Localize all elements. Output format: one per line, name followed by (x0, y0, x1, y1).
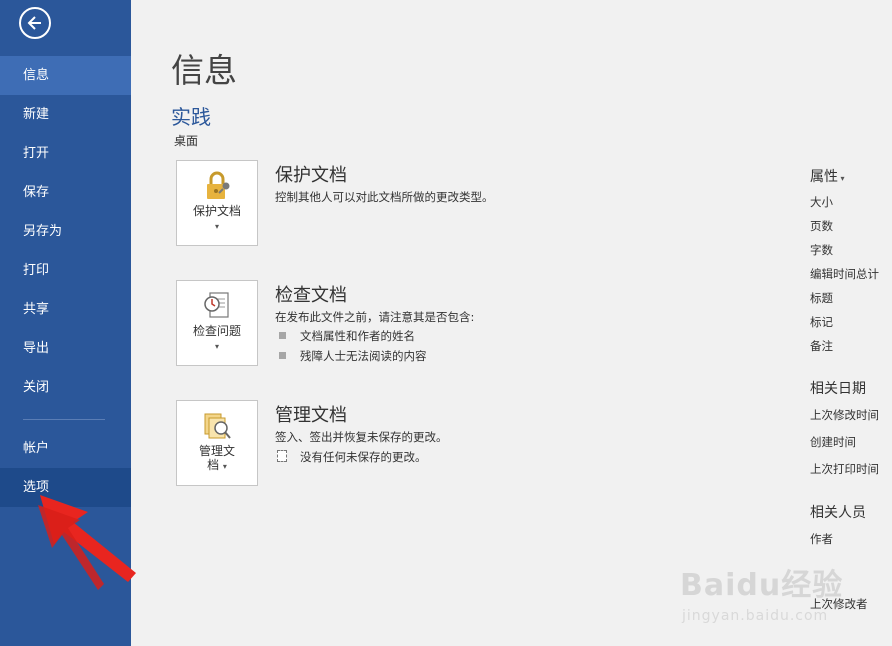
manage-versions-icon (204, 413, 231, 439)
dropdown-caret-icon: ▾ (222, 462, 227, 471)
nav-item-info[interactable]: 信息 (0, 56, 131, 95)
nav-divider (23, 419, 105, 420)
back-button[interactable] (19, 7, 51, 39)
baidu-watermark: Baidu经验 jingyan.baidu.com (660, 548, 892, 646)
nav-item-save[interactable]: 保存 (0, 173, 131, 212)
bullet-icon (279, 332, 286, 339)
watermark-url: jingyan.baidu.com (682, 608, 829, 624)
nav-item-print[interactable]: 打印 (0, 251, 131, 290)
backstage-sidebar: 信息 新建 打开 保存 另存为 打印 共享 导出 关闭 帐户 选项 (0, 0, 131, 646)
manage-document-button[interactable]: 管理文档 ▾ (176, 400, 258, 486)
prop-size: 大小 (810, 195, 833, 209)
manage-document-description: 签入、签出并恢复未保存的更改。 (275, 430, 448, 444)
prop-total-edit-time: 编辑时间总计 (810, 267, 879, 281)
watermark-text: Baidu经验 (680, 568, 844, 603)
inspect-document-description: 在发布此文件之前，请注意其是否包含: (275, 310, 475, 324)
dropdown-caret-icon: ▾ (838, 174, 845, 183)
date-last-modified: 上次修改时间 (810, 408, 879, 422)
protect-document-title: 保护文档 (275, 165, 347, 186)
document-page-icon (277, 450, 287, 462)
nav-item-open[interactable]: 打开 (0, 134, 131, 173)
check-issues-button[interactable]: 检查问题 ▾ (176, 280, 258, 366)
nav-item-share[interactable]: 共享 (0, 290, 131, 329)
inspect-document-icon (204, 292, 229, 318)
document-location: 桌面 (174, 134, 199, 148)
prop-title: 标题 (810, 291, 833, 305)
date-last-printed: 上次打印时间 (810, 462, 879, 476)
related-dates-header: 相关日期 (810, 381, 866, 397)
page-title: 信息 (171, 51, 237, 90)
unsaved-changes-note: 没有任何未保存的更改。 (300, 450, 427, 464)
prop-tags: 标记 (810, 315, 833, 329)
protect-document-button[interactable]: 保护文档 ▾ (176, 160, 258, 246)
nav-item-save-as[interactable]: 另存为 (0, 212, 131, 251)
person-author: 作者 (810, 532, 833, 546)
bullet-icon (279, 352, 286, 359)
dropdown-caret-icon: ▾ (214, 222, 219, 231)
dropdown-caret-icon: ▾ (214, 342, 219, 351)
nav-item-export[interactable]: 导出 (0, 329, 131, 368)
protect-document-tile-label: 保护文档 ▾ (192, 204, 241, 231)
related-people-header: 相关人员 (810, 505, 866, 521)
nav-item-close[interactable]: 关闭 (0, 368, 131, 407)
prop-pages: 页数 (810, 219, 833, 233)
inspect-item-accessibility: 残障人士无法阅读的内容 (300, 349, 427, 363)
nav-item-new[interactable]: 新建 (0, 95, 131, 134)
date-created: 创建时间 (810, 435, 856, 449)
prop-comments: 备注 (810, 339, 833, 353)
back-arrow-icon (27, 16, 41, 30)
inspect-document-title: 检查文档 (275, 285, 347, 306)
check-issues-tile-label: 检查问题 ▾ (192, 324, 241, 351)
prop-words: 字数 (810, 243, 833, 257)
nav-item-account[interactable]: 帐户 (0, 429, 131, 468)
properties-header[interactable]: 属性 ▾ (810, 166, 845, 186)
protect-document-description: 控制其他人可以对此文档所做的更改类型。 (275, 190, 494, 204)
manage-document-tile-label: 管理文档 ▾ (198, 444, 235, 472)
inspect-item-properties: 文档属性和作者的姓名 (300, 329, 415, 343)
nav-item-options[interactable]: 选项 (0, 468, 131, 507)
document-name: 实践 (171, 105, 211, 129)
lock-key-icon (207, 171, 230, 199)
manage-document-title: 管理文档 (275, 405, 347, 426)
